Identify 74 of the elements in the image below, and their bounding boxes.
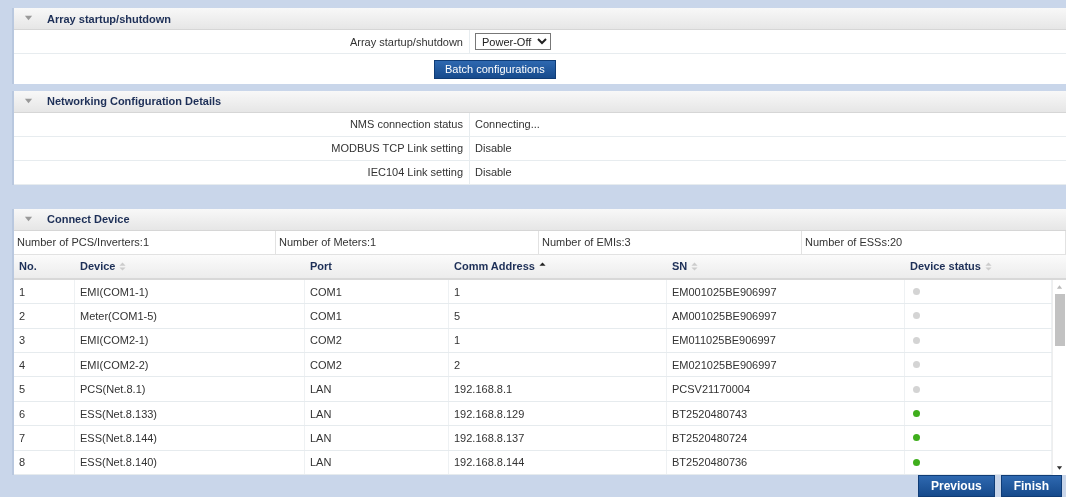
table-cell: BT2520480743 — [667, 401, 905, 426]
table-cell: ESS(Net.8.144) — [75, 426, 305, 450]
table-cell: 6 — [14, 401, 75, 426]
table-cell: 1 — [14, 279, 75, 304]
sort-icon — [119, 261, 127, 271]
column-header[interactable]: SN — [667, 254, 905, 278]
sort-icon — [691, 261, 699, 271]
table-cell: COM1 — [305, 304, 449, 328]
section-title: Networking Configuration Details — [47, 95, 222, 108]
table-cell: 4 — [14, 353, 75, 377]
table-cell: 192.168.8.1 — [449, 377, 667, 401]
table-cell: 5 — [14, 377, 75, 401]
table-cell: EM021025BE906997 — [667, 353, 905, 377]
device-count: Number of ESSs:20 — [805, 236, 903, 249]
table-cell: EMI(COM2-1) — [75, 328, 305, 353]
device-count: Number of PCS/Inverters:1 — [17, 236, 150, 249]
table-cell: EMI(COM1-1) — [75, 279, 305, 304]
table-cell: EMI(COM2-2) — [75, 353, 305, 377]
section-header[interactable]: Array startup/shutdown — [14, 8, 1066, 30]
table-cell: 3 — [14, 328, 75, 353]
section-title: Array startup/shutdown — [47, 12, 172, 25]
table-cell: LAN — [305, 426, 449, 450]
setting-label: MODBUS TCP Link setting — [331, 142, 464, 155]
setting-label: IEC104 Link setting — [367, 166, 464, 179]
setting-value: Disable — [475, 142, 512, 155]
scrollbar-track[interactable] — [1052, 279, 1066, 475]
setting-value: Disable — [475, 166, 512, 179]
table-cell: LAN — [305, 377, 449, 401]
table-cell: COM2 — [305, 328, 449, 353]
table-cell: 2 — [14, 304, 75, 328]
table-cell: COM1 — [305, 279, 449, 304]
wizard-button[interactable]: Previous — [917, 475, 995, 497]
table-cell: 192.168.8.129 — [449, 401, 667, 426]
sort-icon — [984, 261, 992, 271]
table-cell: PCS(Net.8.1) — [75, 377, 305, 401]
device-count: Number of EMIs:3 — [542, 236, 631, 249]
table-cell: COM2 — [305, 353, 449, 377]
field-label: Array startup/shutdown — [349, 35, 464, 48]
scroll-down-icon[interactable] — [1056, 465, 1063, 471]
table-cell: LAN — [305, 401, 449, 426]
table-cell: BT2520480724 — [667, 426, 905, 450]
table-cell: ESS(Net.8.140) — [75, 450, 305, 474]
table-cell: 192.168.8.137 — [449, 426, 667, 450]
column-header: No. — [18, 259, 38, 275]
setting-label: NMS connection status — [349, 118, 464, 131]
table-cell: 1 — [449, 328, 667, 353]
table-cell: ESS(Net.8.133) — [75, 401, 305, 426]
table-cell: 1 — [449, 279, 667, 304]
table-cell: 5 — [449, 304, 667, 328]
device-count: Number of Meters:1 — [279, 236, 377, 249]
table-cell: EM011025BE906997 — [667, 328, 905, 353]
wizard-button[interactable]: Finish — [1000, 475, 1062, 497]
scrollbar-thumb[interactable] — [1054, 293, 1065, 346]
section-title: Connect Device — [47, 213, 130, 226]
table-cell: 2 — [449, 353, 667, 377]
table-cell: AM001025BE906997 — [667, 304, 905, 328]
table-cell: BT2520480736 — [667, 450, 905, 474]
table-cell: PCSV21170004 — [667, 377, 905, 401]
section-header[interactable]: Connect Device — [14, 208, 1066, 231]
table-cell: Meter(COM1-5) — [75, 304, 305, 328]
batch-configurations-button[interactable]: Batch configurations — [434, 59, 556, 79]
column-header[interactable]: Device status — [905, 254, 1052, 278]
section-header[interactable]: Networking Configuration Details — [14, 90, 1066, 113]
table-cell: 7 — [14, 426, 75, 450]
scroll-up-icon[interactable] — [1056, 283, 1063, 290]
table-cell: LAN — [305, 450, 449, 474]
column-header: Port — [309, 259, 333, 275]
setting-value: Connecting... — [475, 118, 540, 131]
power-select[interactable]: Power-Off — [475, 33, 551, 50]
column-header[interactable]: Comm Address — [449, 254, 667, 278]
table-cell: 8 — [14, 450, 75, 474]
table-cell: 192.168.8.144 — [449, 450, 667, 474]
column-header[interactable]: Device — [75, 254, 305, 278]
table-cell: EM001025BE906997 — [667, 279, 905, 304]
